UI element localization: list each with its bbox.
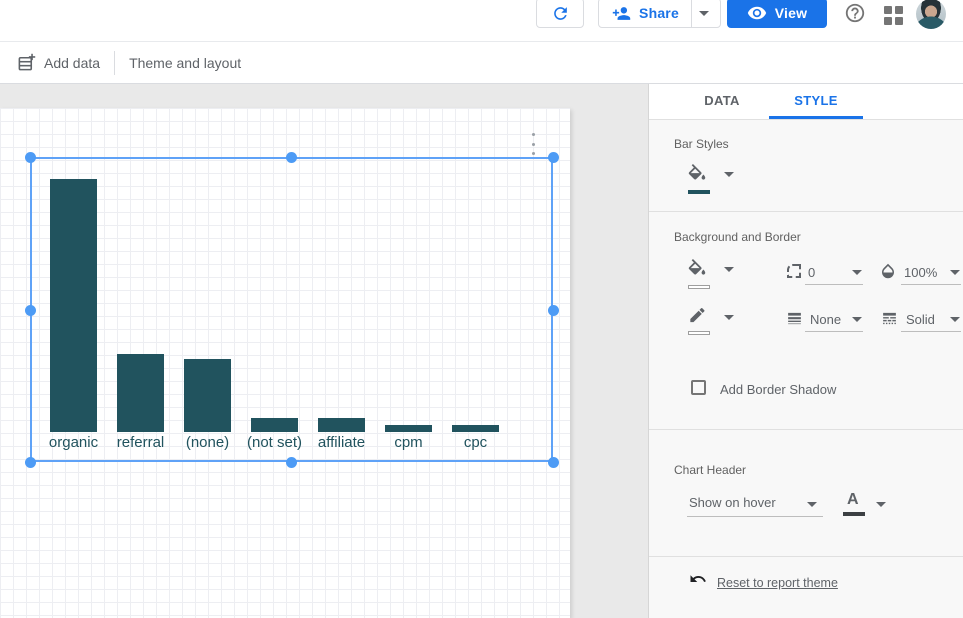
grid-icon [884, 6, 903, 25]
bar-referral[interactable] [117, 354, 164, 432]
view-button[interactable]: View [727, 0, 827, 28]
share-dropdown-button[interactable] [691, 0, 717, 27]
selection-handle-nw[interactable] [25, 152, 36, 163]
bar-axis-label: affiliate [318, 434, 365, 451]
pencil-icon [687, 308, 707, 328]
border-shadow-checkbox[interactable] [691, 380, 706, 395]
selection-handle-w[interactable] [25, 305, 36, 316]
opacity-icon [879, 262, 897, 285]
border-color-picker[interactable] [687, 308, 707, 333]
undo-icon [689, 570, 707, 593]
background-color-picker[interactable] [686, 259, 708, 286]
selection-handle-s[interactable] [286, 457, 297, 468]
app-header: Share View [0, 0, 963, 42]
toolbar-divider [114, 51, 115, 75]
help-icon [844, 2, 866, 24]
section-background-border: Background and Border 0 100% None [649, 212, 963, 430]
header-font-color-swatch [843, 512, 865, 516]
chart-header-visibility-select[interactable] [687, 490, 823, 517]
share-button-main[interactable]: Share [602, 0, 691, 27]
bar-cpc[interactable] [452, 425, 499, 432]
background-color-swatch [688, 285, 710, 289]
corner-radius-dropdown-icon[interactable] [852, 270, 862, 275]
selection-handle-e[interactable] [548, 305, 559, 316]
chevron-down-icon [699, 11, 709, 16]
reset-theme-link[interactable]: Reset to report theme [717, 576, 838, 590]
bar-notset[interactable] [251, 418, 298, 432]
bar-axis-label: organic [49, 434, 98, 451]
section-chart-header: Chart Header Show on hover A [649, 430, 963, 557]
share-button-label: Share [639, 5, 679, 21]
opacity-dropdown-icon[interactable] [950, 270, 960, 275]
border-color-swatch [688, 331, 710, 335]
selection-handle-se[interactable] [548, 457, 559, 468]
add-data-button[interactable]: Add data [17, 53, 100, 72]
bar-cpm[interactable] [385, 425, 432, 432]
theme-layout-label: Theme and layout [129, 55, 241, 71]
paint-bucket-icon [686, 259, 708, 281]
border-color-dropdown-icon[interactable] [724, 315, 734, 320]
selection-handle-sw[interactable] [25, 457, 36, 468]
bar-organic[interactable] [50, 179, 97, 432]
user-avatar[interactable] [916, 0, 946, 29]
bar-axis-label: cpm [394, 434, 422, 451]
panel-tabs: DATA STYLE [649, 84, 963, 120]
apps-grid-button[interactable] [881, 3, 905, 27]
view-button-label: View [775, 5, 807, 21]
chart-options-kebab-icon[interactable] [526, 133, 540, 155]
bar-axis-label: (none) [186, 434, 229, 451]
bar-none[interactable] [184, 359, 231, 432]
bar-color-dropdown-icon[interactable] [724, 172, 734, 177]
add-data-label: Add data [44, 55, 100, 71]
eye-icon [747, 3, 767, 23]
bar-axis-label: (not set) [247, 434, 302, 451]
section-reset: Reset to report theme [649, 557, 963, 618]
theme-layout-button[interactable]: Theme and layout [129, 55, 241, 71]
corner-radius-icon [787, 264, 801, 278]
bar-affiliate[interactable] [318, 418, 365, 432]
refresh-icon [551, 4, 570, 23]
edit-toolbar: Add data Theme and layout [0, 42, 963, 84]
bar-color-swatch [688, 190, 710, 194]
border-shadow-label: Add Border Shadow [720, 382, 836, 397]
selection-handle-ne[interactable] [548, 152, 559, 163]
border-weight-dropdown-icon[interactable] [852, 317, 862, 322]
border-style-dropdown-icon[interactable] [950, 317, 960, 322]
person-add-icon [612, 4, 631, 23]
header-font-color-dropdown-icon[interactable] [876, 502, 886, 507]
chart-header-visibility-dropdown-icon[interactable] [807, 502, 817, 507]
tab-data[interactable]: DATA [675, 84, 769, 119]
section-bar-styles: Bar Styles [649, 120, 963, 212]
selection-handle-n[interactable] [286, 152, 297, 163]
bar-fill-color-picker[interactable] [686, 164, 708, 191]
background-border-title: Background and Border [674, 230, 801, 244]
help-button[interactable] [843, 1, 867, 25]
share-button[interactable]: Share [598, 0, 721, 28]
border-weight-icon [786, 310, 803, 332]
chart-header-title: Chart Header [674, 463, 746, 477]
refresh-button[interactable] [536, 0, 584, 28]
tab-style[interactable]: STYLE [769, 84, 863, 119]
properties-panel: DATA STYLE Bar Styles Background and Bor… [648, 84, 963, 618]
bar-axis-label: referral [117, 434, 165, 451]
paint-bucket-icon [686, 164, 708, 186]
add-data-icon [17, 53, 36, 72]
bar-styles-title: Bar Styles [674, 137, 729, 151]
border-style-icon [881, 310, 898, 332]
bar-axis-label: cpc [464, 434, 487, 451]
header-font-color-picker[interactable]: A [847, 491, 859, 509]
background-color-dropdown-icon[interactable] [724, 267, 734, 272]
